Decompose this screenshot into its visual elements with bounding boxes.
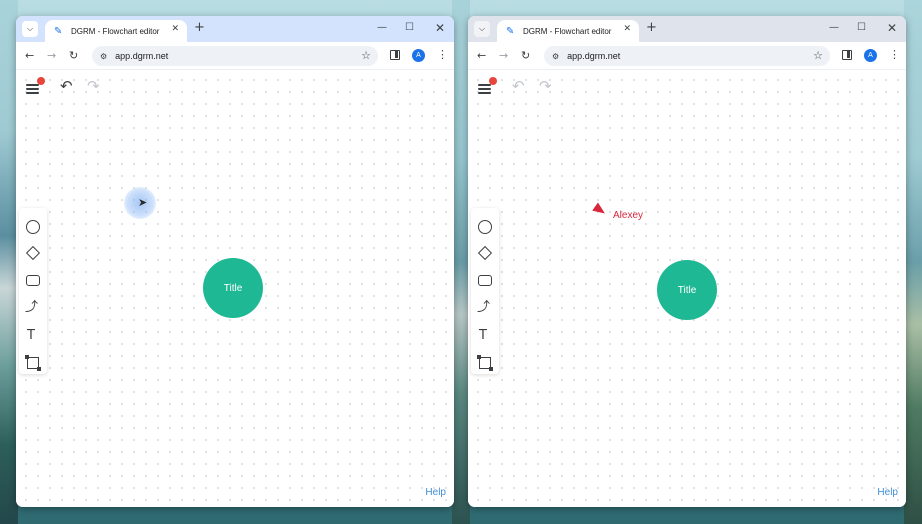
circle-node[interactable]: Title [203, 258, 263, 318]
pencil-icon: ✎ [54, 25, 63, 37]
plus-icon[interactable]: + [194, 21, 205, 35]
url-text[interactable]: app.dgrm.net [115, 51, 168, 61]
star-icon[interactable]: ☆ [361, 49, 371, 62]
browser-toolbar: ← → ↻ ⚙ app.dgrm.net ☆ A ⋮ [16, 42, 454, 70]
text-icon[interactable]: T [27, 329, 41, 343]
arrow-right-icon[interactable]: → [499, 49, 508, 63]
notification-dot [37, 77, 45, 85]
maximize-icon[interactable]: ☐ [857, 21, 866, 35]
browser-tab[interactable]: ✎ DGRM - Flowchart editor ✕ [497, 20, 639, 42]
diagram-canvas[interactable]: ↶ ↷ ⤴ T Title ➤ Help [16, 70, 454, 507]
node-label[interactable]: Title [224, 283, 243, 294]
kebab-icon[interactable]: ⋮ [889, 48, 900, 62]
rectangle-icon[interactable] [26, 275, 40, 286]
close-icon[interactable]: ✕ [171, 24, 179, 34]
tab-title: DGRM - Flowchart editor [523, 26, 612, 36]
kebab-icon[interactable]: ⋮ [437, 48, 448, 62]
node-label[interactable]: Title [678, 285, 697, 296]
connector-icon[interactable]: ⤴ [477, 301, 491, 315]
circle-node[interactable]: Title [657, 260, 717, 320]
diagram-canvas[interactable]: ↶ ↷ ⤴ T Title Alexey Help [468, 70, 906, 507]
redo-icon[interactable]: ↷ [539, 78, 552, 94]
shape-toolbar: ⤴ T [471, 208, 499, 374]
avatar[interactable]: A [864, 49, 877, 62]
chevron-down-icon[interactable]: ⌵ [474, 21, 490, 37]
side-panel-icon[interactable] [842, 50, 852, 60]
close-icon[interactable]: ✕ [435, 21, 445, 35]
remote-cursor-icon [592, 202, 608, 218]
arrow-right-icon[interactable]: → [47, 49, 56, 63]
remote-user-label: Alexey [613, 210, 644, 221]
chevron-down-icon[interactable]: ⌵ [22, 21, 38, 37]
undo-icon[interactable]: ↶ [512, 78, 525, 94]
circle-icon[interactable] [26, 220, 40, 234]
text-icon[interactable]: T [479, 329, 493, 343]
tune-icon[interactable]: ⚙ [100, 52, 107, 61]
minimize-icon[interactable]: — [377, 21, 387, 35]
redo-icon[interactable]: ↷ [87, 78, 100, 94]
tab-strip: ⌵ ✎ DGRM - Flowchart editor ✕ + — ☐ ✕ [468, 16, 906, 42]
browser-tab[interactable]: ✎ DGRM - Flowchart editor ✕ [45, 20, 187, 42]
close-icon[interactable]: ✕ [887, 21, 897, 35]
arrow-left-icon[interactable]: ← [477, 49, 486, 63]
star-icon[interactable]: ☆ [813, 49, 823, 62]
address-bar[interactable]: ⚙ app.dgrm.net ☆ [92, 46, 378, 66]
avatar[interactable]: A [412, 49, 425, 62]
tab-title: DGRM - Flowchart editor [71, 26, 160, 36]
browser-window-left: ⌵ ✎ DGRM - Flowchart editor ✕ + — ☐ ✕ ← … [16, 16, 454, 507]
shape-toolbar: ⤴ T [19, 208, 47, 374]
browser-window-right: ⌵ ✎ DGRM - Flowchart editor ✕ + — ☐ ✕ ← … [468, 16, 906, 507]
tune-icon[interactable]: ⚙ [552, 52, 559, 61]
undo-icon[interactable]: ↶ [60, 78, 73, 94]
maximize-icon[interactable]: ☐ [405, 21, 414, 35]
close-icon[interactable]: ✕ [623, 24, 631, 34]
connector-icon[interactable]: ⤴ [25, 301, 39, 315]
plus-icon[interactable]: + [646, 21, 657, 35]
reload-icon[interactable]: ↻ [521, 49, 530, 63]
rectangle-icon[interactable] [478, 275, 492, 286]
tab-strip: ⌵ ✎ DGRM - Flowchart editor ✕ + — ☐ ✕ [16, 16, 454, 42]
mouse-pointer-icon: ➤ [138, 196, 148, 209]
side-panel-icon[interactable] [390, 50, 400, 60]
frame-icon[interactable] [25, 355, 41, 371]
reload-icon[interactable]: ↻ [69, 49, 78, 63]
url-text[interactable]: app.dgrm.net [567, 51, 620, 61]
arrow-left-icon[interactable]: ← [25, 49, 34, 63]
pencil-icon: ✎ [506, 25, 515, 37]
circle-icon[interactable] [478, 220, 492, 234]
help-link[interactable]: Help [877, 487, 898, 498]
desktop-wallpaper-right [904, 0, 922, 524]
help-link[interactable]: Help [425, 487, 446, 498]
browser-toolbar: ← → ↻ ⚙ app.dgrm.net ☆ A ⋮ [468, 42, 906, 70]
address-bar[interactable]: ⚙ app.dgrm.net ☆ [544, 46, 830, 66]
notification-dot [489, 77, 497, 85]
frame-icon[interactable] [477, 355, 493, 371]
rhombus-icon[interactable] [25, 245, 41, 261]
minimize-icon[interactable]: — [829, 21, 839, 35]
rhombus-icon[interactable] [477, 245, 493, 261]
